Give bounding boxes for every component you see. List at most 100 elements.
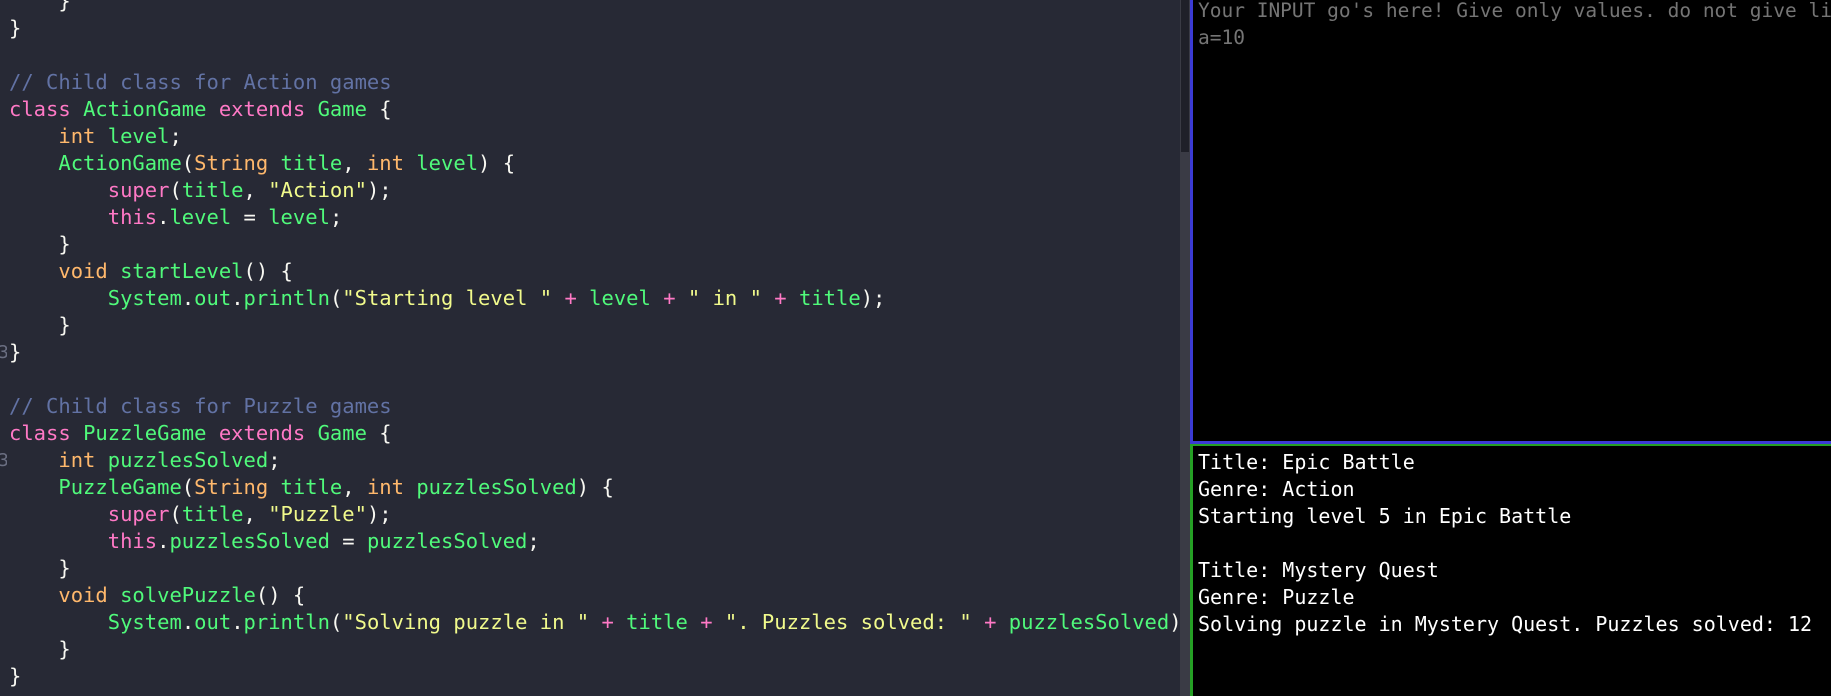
code-token-plain: ( xyxy=(169,178,182,202)
code-token-plain: ; xyxy=(527,529,540,553)
code-line[interactable]: ActionGame(String title, int level) { xyxy=(9,150,1180,177)
line-number: 3 xyxy=(0,342,7,363)
code-token-plain: } xyxy=(9,340,22,364)
code-token-keyword: + xyxy=(761,286,799,310)
line-number xyxy=(0,177,7,204)
output-line: Starting level 5 in Epic Battle xyxy=(1198,504,1572,528)
code-token-keyword: + xyxy=(971,610,1009,634)
code-token-name: level xyxy=(169,205,232,229)
code-token-plain: } xyxy=(9,16,22,40)
line-number xyxy=(0,123,7,150)
line-number xyxy=(0,555,7,582)
code-token-name: startLevel xyxy=(120,259,244,283)
code-token-plain: . xyxy=(231,610,244,634)
code-token-name: title xyxy=(181,502,244,526)
code-token-keyword: super xyxy=(107,178,170,202)
code-token-name: PuzzleGame xyxy=(83,421,219,445)
code-token-name: println xyxy=(243,610,330,634)
code-token-name: title xyxy=(280,151,343,175)
code-token-plain: = xyxy=(231,205,269,229)
line-number xyxy=(0,258,7,285)
code-token-name: PuzzleGame xyxy=(58,475,182,499)
code-token-string: "Puzzle" xyxy=(268,502,367,526)
code-token-type: String xyxy=(194,475,281,499)
code-line[interactable]: } xyxy=(9,15,1180,42)
code-token-type: int xyxy=(58,448,108,472)
code-line[interactable]: PuzzleGame(String title, int puzzlesSolv… xyxy=(9,474,1180,501)
code-line[interactable]: this.level = level; xyxy=(9,204,1180,231)
code-line[interactable]: class PuzzleGame extends Game { xyxy=(9,420,1180,447)
code-line[interactable]: this.puzzlesSolved = puzzlesSolved; xyxy=(9,528,1180,555)
code-token-type: int xyxy=(366,475,417,499)
code-token-keyword: this xyxy=(107,529,158,553)
code-token-keyword: class xyxy=(9,421,84,445)
code-token-plain: ; xyxy=(268,448,281,472)
code-runner-window: 33 }}// Child class for Action games clas… xyxy=(0,0,1831,696)
code-line[interactable]: int puzzlesSolved; xyxy=(9,447,1180,474)
code-token-name: puzzlesSolved xyxy=(107,448,269,472)
code-token-plain: ( xyxy=(329,610,343,634)
program-input-field[interactable] xyxy=(1198,0,1831,437)
code-token-plain: . xyxy=(181,610,195,634)
code-token-name: ActionGame xyxy=(58,151,182,175)
code-token-plain: } xyxy=(9,232,71,256)
code-token-plain: ); xyxy=(366,502,392,526)
code-line[interactable]: } xyxy=(9,555,1180,582)
code-token-keyword: + xyxy=(589,610,627,634)
output-line: Genre: Puzzle xyxy=(1198,585,1355,609)
code-token-keyword: + xyxy=(687,610,725,634)
line-number xyxy=(0,42,7,69)
code-token-plain: ) xyxy=(1169,610,1180,634)
code-line[interactable]: System.out.println("Solving puzzle in " … xyxy=(9,609,1180,636)
editor-scrollbar-thumb[interactable] xyxy=(1181,0,1189,152)
line-number xyxy=(0,0,7,15)
code-line[interactable]: super(title, "Puzzle"); xyxy=(9,501,1180,528)
code-line[interactable]: } xyxy=(9,231,1180,258)
code-token-plain: () { xyxy=(243,259,293,283)
code-token-string: "Starting level " xyxy=(342,286,553,310)
output-line: Solving puzzle in Mystery Quest. Puzzles… xyxy=(1198,612,1813,636)
code-line[interactable]: // Child class for Action games xyxy=(9,69,1180,96)
code-line[interactable]: super(title, "Action"); xyxy=(9,177,1180,204)
code-line[interactable]: } xyxy=(9,0,1180,15)
code-token-type: int xyxy=(366,151,417,175)
code-line[interactable]: void solvePuzzle() { xyxy=(9,582,1180,609)
code-token-plain: ); xyxy=(366,178,392,202)
code-token-name: level xyxy=(107,124,170,148)
line-number xyxy=(0,285,7,312)
code-token-name: puzzlesSolved xyxy=(366,529,528,553)
code-token-name: level xyxy=(589,286,651,310)
code-token-plain: } xyxy=(9,556,71,580)
code-token-keyword: class xyxy=(9,97,84,121)
code-line[interactable]: } xyxy=(9,339,1180,366)
code-token-keyword: + xyxy=(552,286,590,310)
code-line[interactable]: int level; xyxy=(9,123,1180,150)
code-line[interactable]: // Child class for Puzzle games xyxy=(9,393,1180,420)
code-token-name: ActionGame xyxy=(83,97,219,121)
line-number xyxy=(0,69,7,96)
code-token-name: println xyxy=(243,286,330,310)
code-line[interactable]: class ActionGame extends Game { xyxy=(9,96,1180,123)
code-token-plain: , xyxy=(243,178,269,202)
editor-scrollbar[interactable] xyxy=(1180,0,1190,696)
input-pane xyxy=(1190,0,1831,444)
code-line[interactable]: } xyxy=(9,636,1180,663)
code-line[interactable]: } xyxy=(9,312,1180,339)
code-line[interactable] xyxy=(9,42,1180,69)
code-editor[interactable]: 33 }}// Child class for Action games clas… xyxy=(0,0,1180,696)
code-line[interactable]: } xyxy=(9,663,1180,690)
code-token-name: out xyxy=(194,286,232,310)
code-line[interactable]: void startLevel() { xyxy=(9,258,1180,285)
code-token-keyword: this xyxy=(107,205,158,229)
code-line[interactable] xyxy=(9,366,1180,393)
line-number: 3 xyxy=(0,450,7,471)
code-content[interactable]: }}// Child class for Action games class A… xyxy=(9,0,1180,690)
code-line[interactable]: System.out.println("Starting level " + l… xyxy=(9,285,1180,312)
code-token-plain: { xyxy=(366,97,392,121)
line-number xyxy=(0,366,7,393)
